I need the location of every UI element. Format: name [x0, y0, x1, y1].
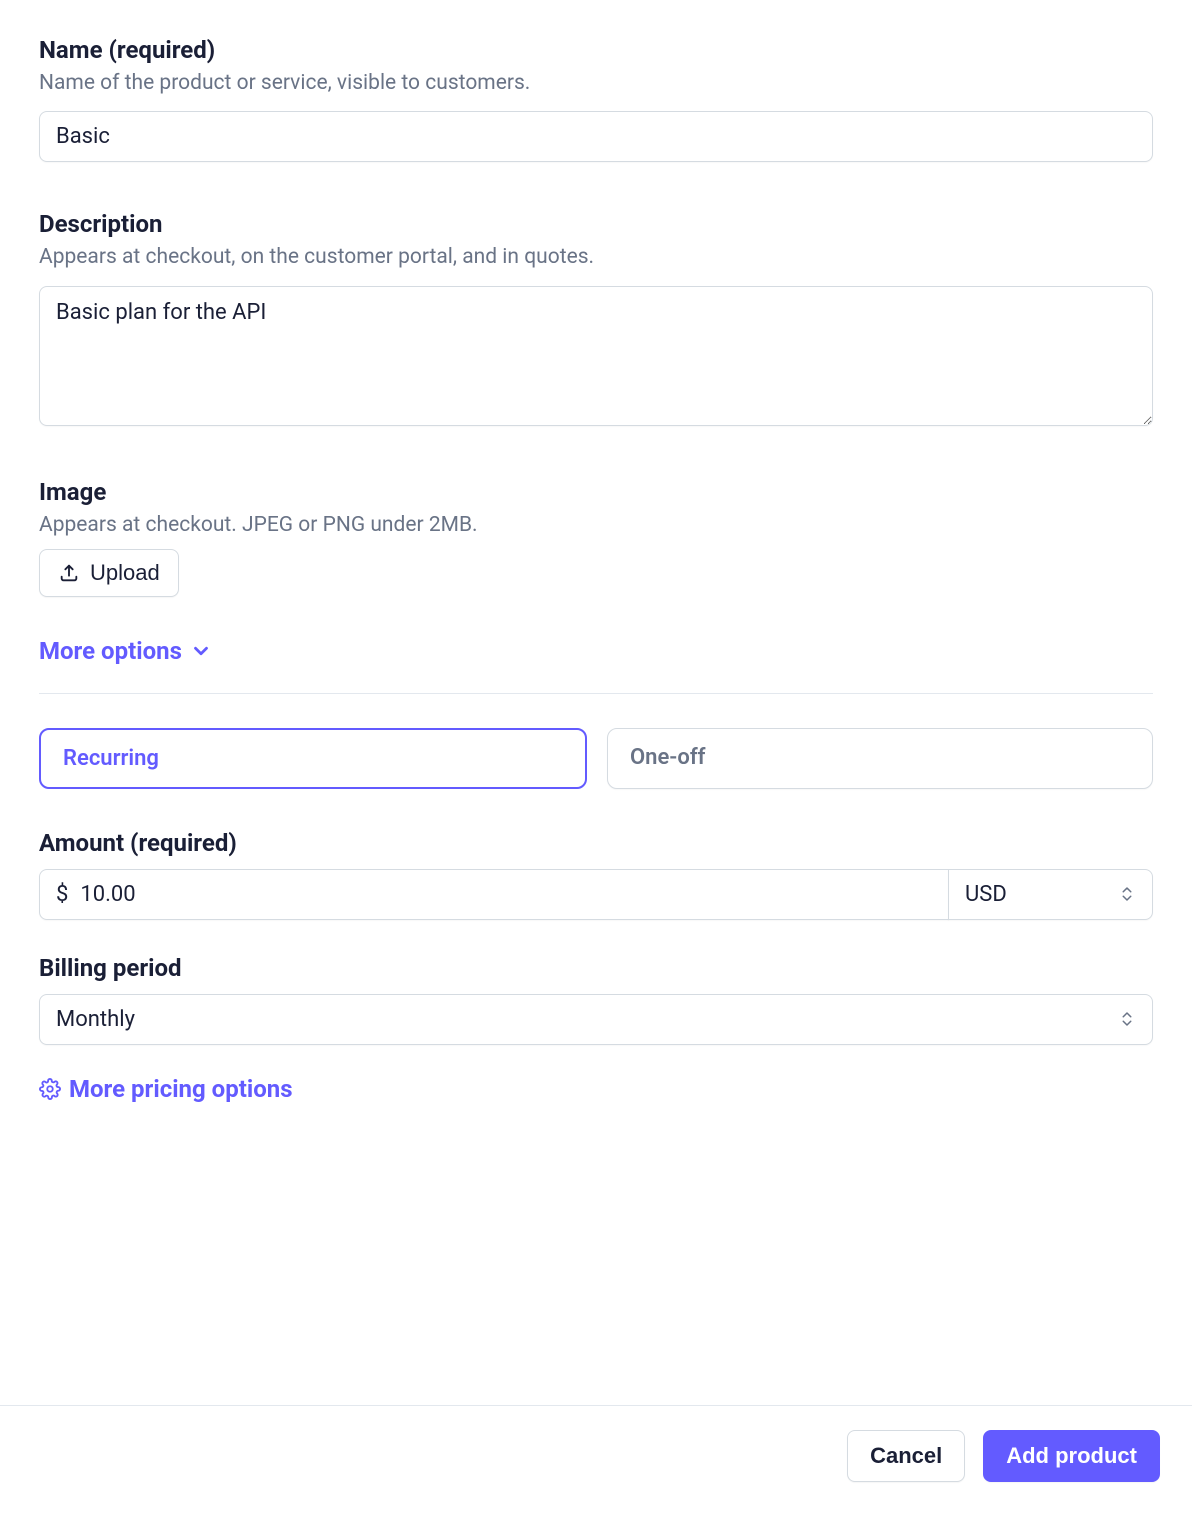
tab-recurring-label: Recurring — [63, 746, 159, 771]
name-section: Name (required) Name of the product or s… — [39, 36, 1153, 162]
name-help: Name of the product or service, visible … — [39, 70, 1153, 97]
currency-symbol: $ — [56, 882, 68, 907]
pricing-type-tabs: Recurring One-off — [39, 728, 1153, 789]
currency-select[interactable]: USD — [948, 869, 1153, 920]
name-input[interactable] — [39, 111, 1153, 162]
cancel-button-label: Cancel — [870, 1443, 942, 1469]
description-input[interactable]: Basic plan for the API — [39, 286, 1153, 426]
select-icon — [1118, 1010, 1136, 1028]
more-options-toggle[interactable]: More options — [39, 637, 212, 665]
description-label: Description — [39, 210, 1153, 238]
more-pricing-options-label: More pricing options — [69, 1075, 293, 1103]
more-pricing-options-toggle[interactable]: More pricing options — [39, 1075, 293, 1103]
section-divider — [39, 693, 1153, 694]
upload-button-label: Upload — [90, 560, 160, 586]
upload-icon — [58, 562, 80, 584]
gear-icon — [39, 1078, 61, 1100]
add-product-form: Name (required) Name of the product or s… — [0, 0, 1192, 1514]
amount-input-wrap: $ — [39, 869, 949, 920]
billing-period-section: Billing period Monthly — [39, 954, 1153, 1045]
billing-period-label: Billing period — [39, 954, 1153, 982]
add-product-button[interactable]: Add product — [983, 1430, 1160, 1482]
amount-section: Amount (required) $ USD — [39, 829, 1153, 920]
tab-recurring[interactable]: Recurring — [39, 728, 587, 789]
amount-input[interactable] — [80, 870, 932, 919]
name-label: Name (required) — [39, 36, 1153, 64]
image-section: Image Appears at checkout. JPEG or PNG u… — [39, 478, 1153, 597]
cancel-button[interactable]: Cancel — [847, 1430, 965, 1482]
description-section: Description Appears at checkout, on the … — [39, 210, 1153, 429]
image-label: Image — [39, 478, 1153, 506]
currency-value: USD — [965, 882, 1007, 907]
select-icon — [1118, 885, 1136, 903]
billing-period-select[interactable]: Monthly — [39, 994, 1153, 1045]
billing-period-value: Monthly — [56, 1007, 135, 1032]
form-body: Name (required) Name of the product or s… — [0, 0, 1192, 1405]
chevron-down-icon — [190, 640, 212, 662]
description-help: Appears at checkout, on the customer por… — [39, 244, 1153, 271]
amount-label: Amount (required) — [39, 829, 1153, 857]
upload-button[interactable]: Upload — [39, 549, 179, 597]
more-options-label: More options — [39, 637, 182, 665]
tab-one-off-label: One-off — [630, 745, 705, 770]
footer-actions: Cancel Add product — [0, 1405, 1192, 1514]
tab-one-off[interactable]: One-off — [607, 728, 1153, 789]
add-product-button-label: Add product — [1006, 1443, 1137, 1469]
image-help: Appears at checkout. JPEG or PNG under 2… — [39, 512, 1153, 539]
amount-row: $ USD — [39, 869, 1153, 920]
